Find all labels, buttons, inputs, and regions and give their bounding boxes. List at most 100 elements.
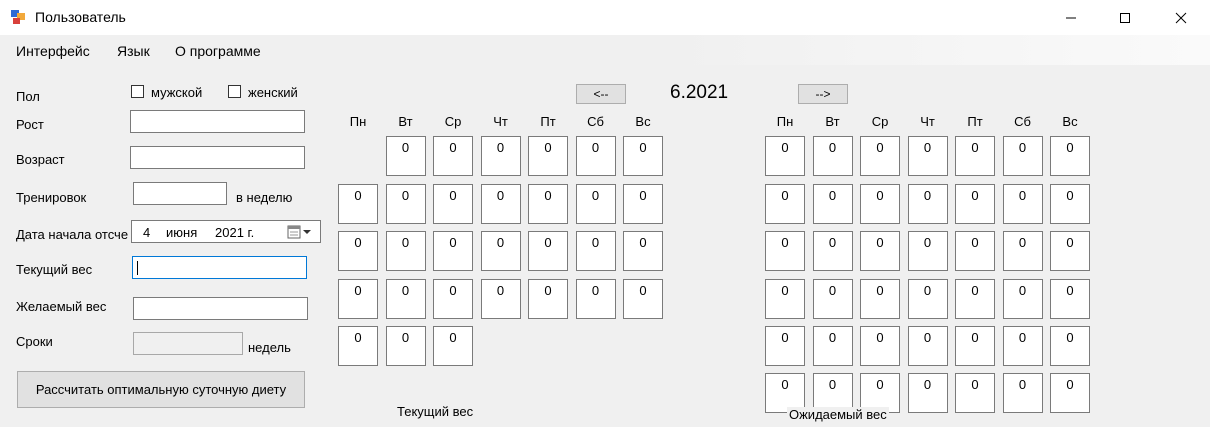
close-button[interactable] — [1158, 0, 1204, 35]
current-weight-day-cell[interactable]: 0 — [338, 326, 378, 366]
current-weight-day-cell[interactable]: 0 — [480, 184, 521, 224]
current-weight-day-cell[interactable]: 0 — [433, 326, 473, 366]
calendar-dropdown-icon[interactable] — [287, 225, 315, 239]
expected-weight-day-header: Сб — [1014, 114, 1031, 129]
expected-weight-day-cell[interactable]: 0 — [1050, 326, 1090, 366]
current-weight-day-header: Ср — [444, 114, 462, 129]
expected-weight-day-cell[interactable]: 0 — [812, 279, 853, 319]
current-weight-day-cell[interactable]: 0 — [480, 231, 521, 271]
expected-weight-day-cell[interactable]: 0 — [812, 184, 853, 224]
current-weight-day-cell[interactable]: 0 — [385, 184, 426, 224]
minimize-button[interactable] — [1048, 0, 1094, 35]
menu-interface[interactable]: Интерфейс — [16, 43, 90, 59]
expected-weight-day-cell[interactable]: 0 — [1002, 136, 1043, 176]
expected-weight-day-cell[interactable]: 0 — [1002, 279, 1043, 319]
current-weight-day-cell[interactable]: 0 — [480, 136, 521, 176]
current-weight-day-header: Вс — [635, 114, 651, 129]
menu-language[interactable]: Язык — [117, 43, 150, 59]
expected-weight-day-cell[interactable]: 0 — [1050, 279, 1090, 319]
current-weight-day-cell[interactable]: 0 — [575, 184, 616, 224]
current-weight-day-cell[interactable]: 0 — [385, 136, 426, 176]
calculate-diet-button[interactable]: Рассчитать оптимальную суточную диету — [17, 371, 305, 408]
expected-weight-day-cell[interactable]: 0 — [765, 326, 805, 366]
current-weight-day-cell[interactable]: 0 — [385, 231, 426, 271]
menu-about[interactable]: О программе — [175, 43, 261, 59]
close-icon — [1175, 12, 1187, 23]
current-weight-day-cell[interactable]: 0 — [338, 279, 378, 319]
expected-weight-day-cell[interactable]: 0 — [955, 136, 995, 176]
current-weight-day-header: Вт — [398, 114, 413, 129]
prev-month-button[interactable]: <-- — [576, 84, 626, 104]
workouts-input[interactable] — [133, 182, 227, 205]
expected-weight-day-cell[interactable]: 0 — [1050, 373, 1090, 413]
current-weight-day-cell[interactable]: 0 — [623, 279, 663, 319]
expected-weight-day-cell[interactable]: 0 — [955, 231, 995, 271]
current-weight-day-cell[interactable]: 0 — [575, 279, 616, 319]
expected-weight-day-cell[interactable]: 0 — [812, 326, 853, 366]
current-weight-day-cell[interactable]: 0 — [623, 136, 663, 176]
current-weight-day-cell[interactable]: 0 — [575, 231, 616, 271]
expected-weight-day-cell[interactable]: 0 — [860, 326, 900, 366]
expected-weight-day-cell[interactable]: 0 — [860, 279, 900, 319]
current-weight-label: Текущий вес — [16, 262, 93, 277]
expected-weight-day-cell[interactable]: 0 — [1050, 231, 1090, 271]
current-weight-day-cell[interactable]: 0 — [338, 184, 378, 224]
male-checkbox[interactable] — [131, 85, 144, 98]
current-weight-day-cell[interactable]: 0 — [623, 231, 663, 271]
expected-weight-day-cell[interactable]: 0 — [1050, 184, 1090, 224]
expected-weight-day-cell[interactable]: 0 — [860, 136, 900, 176]
current-weight-day-cell[interactable]: 0 — [385, 279, 426, 319]
expected-weight-day-cell[interactable]: 0 — [955, 373, 995, 413]
expected-weight-day-cell[interactable]: 0 — [812, 136, 853, 176]
female-label[interactable]: женский — [248, 85, 298, 100]
expected-weight-day-cell[interactable]: 0 — [955, 279, 995, 319]
current-weight-day-cell[interactable]: 0 — [338, 231, 378, 271]
current-weight-day-cell[interactable]: 0 — [433, 279, 473, 319]
expected-weight-day-cell[interactable]: 0 — [907, 326, 948, 366]
expected-weight-day-cell[interactable]: 0 — [860, 184, 900, 224]
expected-weight-day-cell[interactable]: 0 — [907, 184, 948, 224]
current-weight-day-cell[interactable]: 0 — [528, 184, 568, 224]
current-weight-day-cell[interactable]: 0 — [528, 279, 568, 319]
desired-weight-input[interactable] — [133, 297, 308, 320]
current-weight-day-cell[interactable]: 0 — [575, 136, 616, 176]
expected-weight-day-cell[interactable]: 0 — [765, 136, 805, 176]
menu-bar: Интерфейс Язык О программе — [0, 35, 1210, 65]
current-weight-day-cell[interactable]: 0 — [480, 279, 521, 319]
current-weight-day-cell[interactable]: 0 — [623, 184, 663, 224]
current-weight-day-cell[interactable]: 0 — [528, 136, 568, 176]
expected-weight-day-cell[interactable]: 0 — [860, 231, 900, 271]
current-weight-day-cell[interactable]: 0 — [433, 231, 473, 271]
age-input[interactable] — [130, 146, 305, 169]
height-label: Рост — [16, 117, 44, 132]
start-date-picker[interactable]: 4 июня 2021 г. — [131, 220, 321, 243]
start-date-label: Дата начала отсче — [16, 227, 129, 242]
expected-weight-day-cell[interactable]: 0 — [1002, 231, 1043, 271]
expected-weight-day-cell[interactable]: 0 — [765, 184, 805, 224]
expected-weight-caption: Ожидаемый вес — [787, 407, 889, 422]
current-weight-input[interactable] — [132, 256, 307, 279]
expected-weight-day-cell[interactable]: 0 — [955, 184, 995, 224]
maximize-button[interactable] — [1102, 0, 1148, 35]
expected-weight-day-cell[interactable]: 0 — [907, 231, 948, 271]
expected-weight-day-cell[interactable]: 0 — [812, 231, 853, 271]
current-weight-day-cell[interactable]: 0 — [385, 326, 426, 366]
expected-weight-day-cell[interactable]: 0 — [765, 279, 805, 319]
expected-weight-day-cell[interactable]: 0 — [1050, 136, 1090, 176]
expected-weight-day-cell[interactable]: 0 — [1002, 184, 1043, 224]
current-weight-day-cell[interactable]: 0 — [433, 136, 473, 176]
expected-weight-day-cell[interactable]: 0 — [907, 136, 948, 176]
expected-weight-day-cell[interactable]: 0 — [907, 373, 948, 413]
expected-weight-day-cell[interactable]: 0 — [907, 279, 948, 319]
expected-weight-day-cell[interactable]: 0 — [765, 231, 805, 271]
male-label[interactable]: мужской — [151, 85, 202, 100]
current-weight-day-cell[interactable]: 0 — [433, 184, 473, 224]
current-weight-day-cell[interactable]: 0 — [528, 231, 568, 271]
expected-weight-day-cell[interactable]: 0 — [955, 326, 995, 366]
next-month-button[interactable]: --> — [798, 84, 848, 104]
female-checkbox[interactable] — [228, 85, 241, 98]
term-input — [133, 332, 243, 355]
expected-weight-day-cell[interactable]: 0 — [1002, 326, 1043, 366]
expected-weight-day-cell[interactable]: 0 — [1002, 373, 1043, 413]
height-input[interactable] — [130, 110, 305, 133]
